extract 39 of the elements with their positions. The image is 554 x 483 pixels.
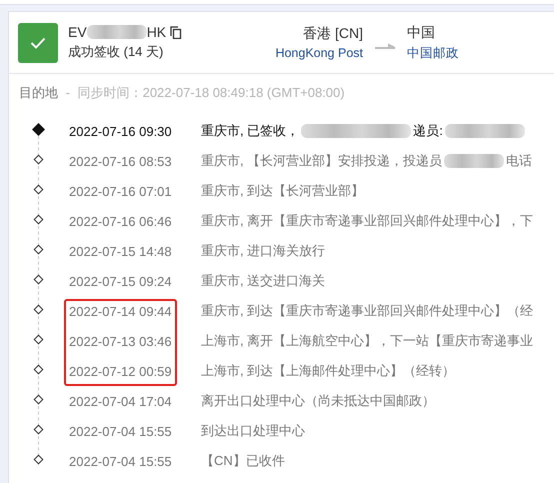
event-description: 离开出口处理中心（尚未抵达中国邮政） xyxy=(201,392,435,410)
sync-time: 同步时间：2022-07-18 08:49:18 (GMT+08:00) xyxy=(78,85,345,100)
event-description: 重庆市, 进口海关放行 xyxy=(201,242,326,260)
destination-country: 中国 xyxy=(407,24,436,42)
event-description: 电话 xyxy=(506,152,532,170)
event-description: 重庆市, 已签收， xyxy=(201,122,300,140)
event-time: 2022-07-15 09:24 xyxy=(69,274,173,288)
event-time: 2022-07-15 14:48 xyxy=(69,244,173,258)
event-description: 重庆市, 离开【重庆市寄递事业部回兴邮件处理中心】，下 xyxy=(201,212,534,230)
event-description: 【CN】已收件 xyxy=(201,452,285,470)
event-description: 递员: xyxy=(413,122,443,140)
event-description: 重庆市, 送交进口海关 xyxy=(201,272,326,290)
tracking-number-part: EV xyxy=(68,24,87,40)
event-description: 到达出口处理中心 xyxy=(201,422,305,440)
event-description: 上海市, 离开【上海航空中心】，下一站【重庆市寄递事业 xyxy=(201,332,534,350)
event-time: 2022-07-04 15:55 xyxy=(69,454,173,468)
destination-carrier-link[interactable]: 中国邮政 xyxy=(407,44,459,62)
event-time: 2022-07-16 08:53 xyxy=(69,154,173,168)
event-time: 2022-07-16 07:01 xyxy=(69,184,173,198)
event-time: 2022-07-04 17:04 xyxy=(69,394,173,408)
destination-label: 目的地 xyxy=(19,85,58,100)
event-time: 2022-07-14 09:44 xyxy=(69,304,173,318)
origin-carrier-link[interactable]: HongKong Post xyxy=(275,46,363,60)
event-time: 2022-07-16 06:46 xyxy=(69,214,173,228)
redaction-blur xyxy=(86,25,147,39)
event-description: 重庆市, 到达【长河营业部】 xyxy=(201,182,364,200)
separator: - xyxy=(66,85,70,100)
event-description: 上海市, 到达【上海邮件处理中心】（经转） xyxy=(201,362,456,380)
origin-country: 香港 [CN] xyxy=(302,25,363,43)
event-time: 2022-07-16 09:30 xyxy=(69,124,173,138)
delivery-status: 成功签收 (14 天) xyxy=(68,43,164,61)
tracking-number-part: HK xyxy=(146,24,166,40)
copy-icon[interactable] xyxy=(170,26,182,38)
event-description: 重庆市, 到达【重庆市寄递事业部回兴邮件处理中心】（经 xyxy=(201,302,534,320)
event-time: 2022-07-13 03:46 xyxy=(69,334,173,348)
event-time: 2022-07-04 15:55 xyxy=(69,424,173,438)
redaction-blur xyxy=(444,154,504,168)
event-description: 重庆市, 【长河营业部】安排投递，投递员 xyxy=(201,152,442,170)
event-time: 2022-07-12 00:59 xyxy=(69,364,173,378)
